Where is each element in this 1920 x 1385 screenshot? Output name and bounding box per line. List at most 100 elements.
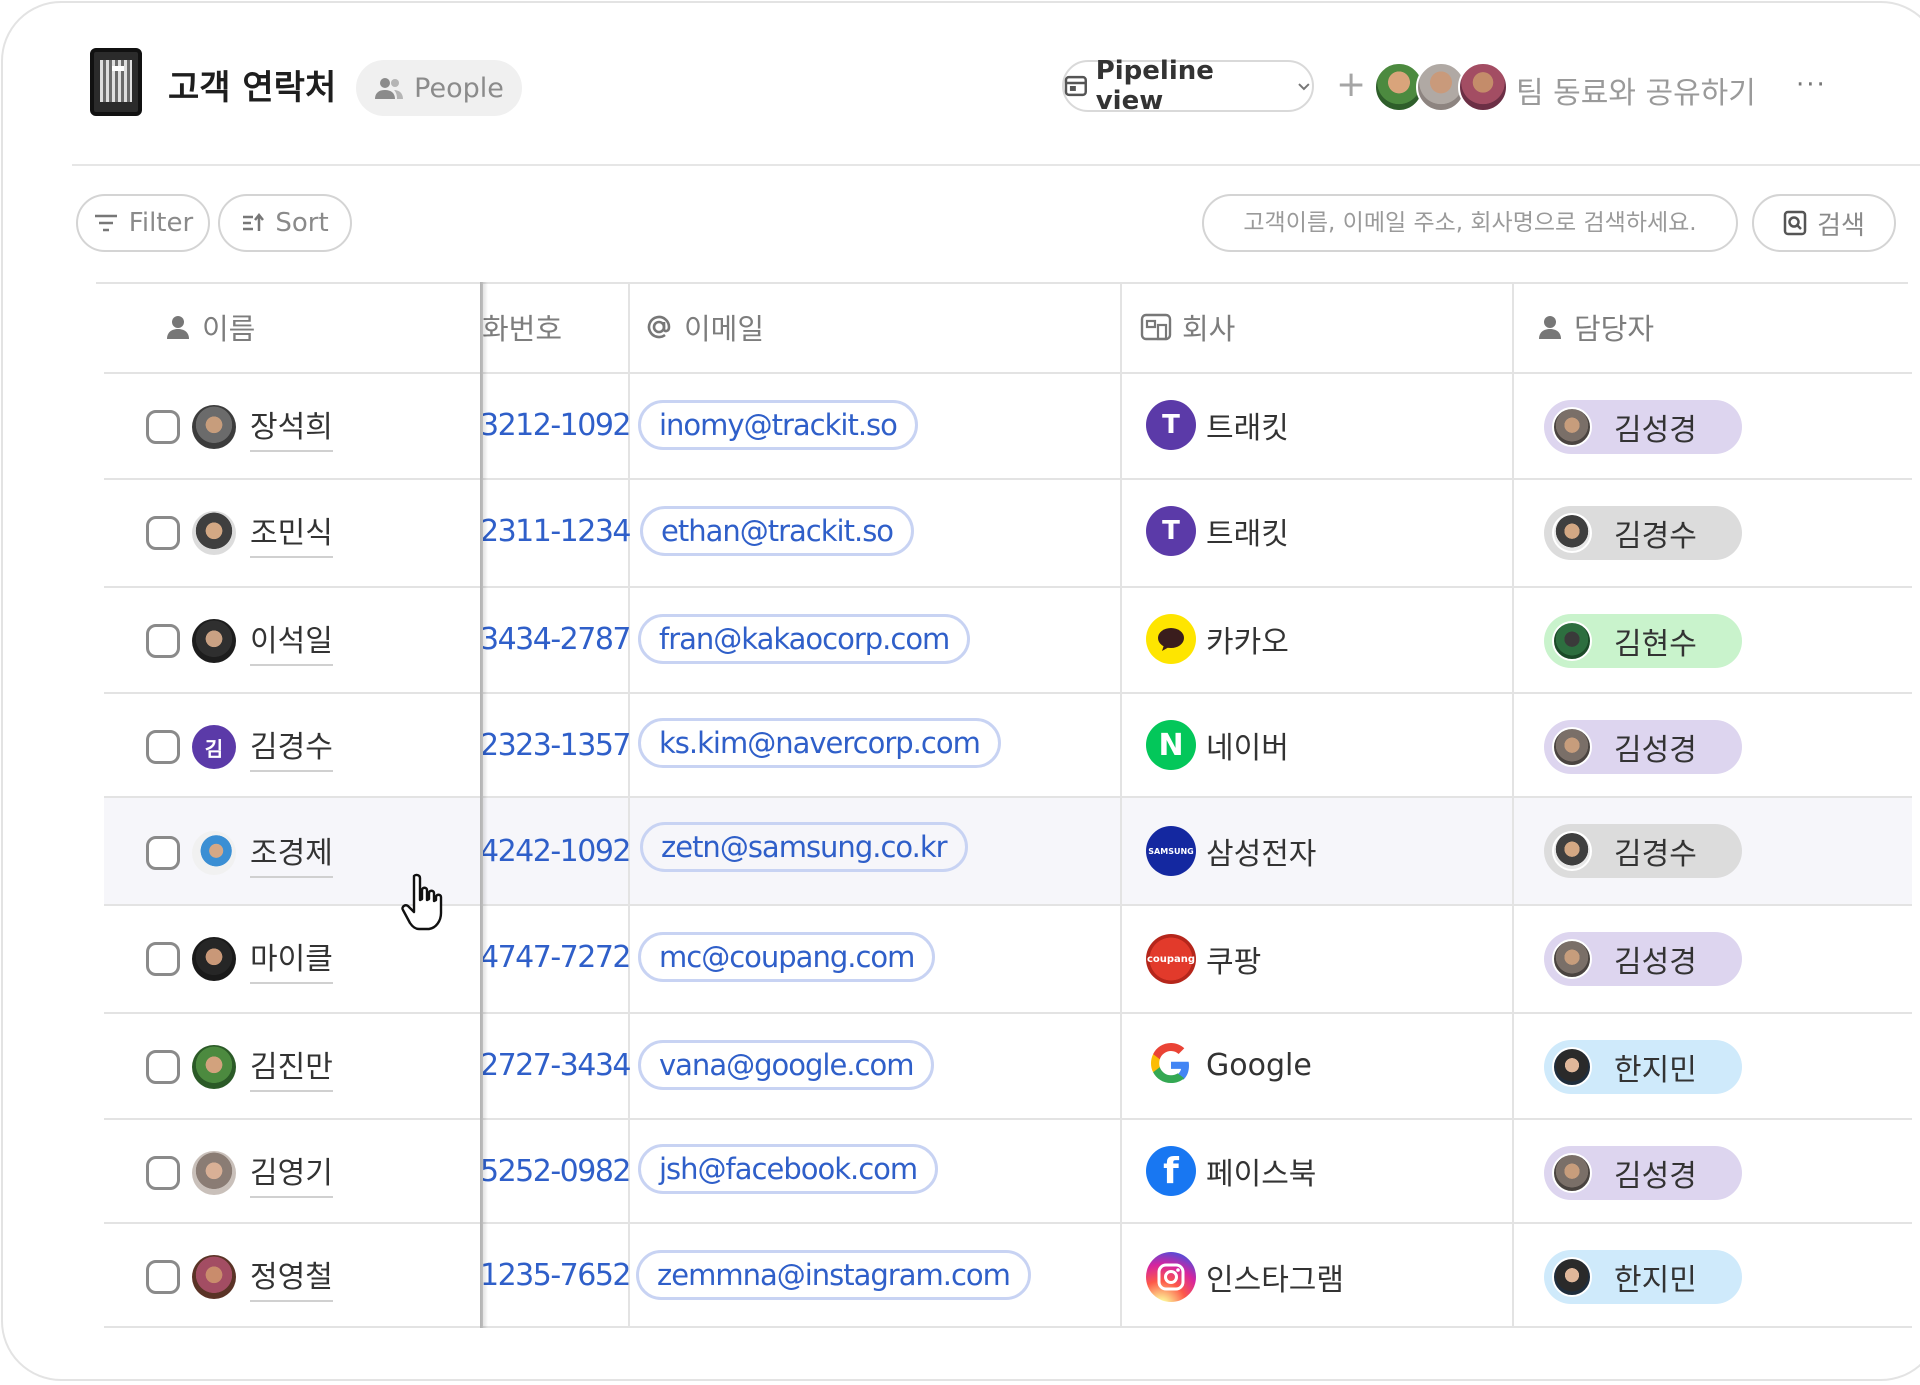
company-name: 삼성전자 [1206,837,1317,872]
company-cell[interactable]: f 페이스북 [1146,1146,1316,1196]
company-cell[interactable]: 카카오 [1146,614,1289,664]
hand-pointer-cursor-icon [401,873,443,931]
contact-name[interactable]: 조민식 [250,508,333,558]
table-row-name-cell[interactable]: 조경제 [146,828,333,878]
search-button-label: 검색 [1817,210,1865,241]
add-member-plus-icon[interactable]: + [1336,64,1366,105]
table-row-name-cell[interactable]: 정영철 [146,1252,333,1302]
phone-value[interactable]: 1235-7652 [480,1258,632,1293]
row-checkbox[interactable] [146,624,180,658]
phone-value[interactable]: 4242-1092 [480,834,632,869]
row-checkbox[interactable] [146,1156,180,1190]
company-cell[interactable]: T 트래킷 [1146,400,1289,450]
row-checkbox[interactable] [146,516,180,550]
email-chip[interactable]: ks.kim@navercorp.com [638,718,1001,768]
phone-value[interactable]: 2727-3434 [480,1048,632,1083]
company-name: 인스타그램 [1206,1263,1344,1298]
email-chip[interactable]: fran@kakaocorp.com [638,614,971,664]
row-checkbox[interactable] [146,1260,180,1294]
filter-icon [94,214,117,232]
filter-button[interactable]: Filter [76,194,210,252]
share-with-team-link[interactable]: 팀 동료와 공유하기 [1516,68,1756,112]
email-chip[interactable]: zemmna@instagram.com [636,1250,1031,1300]
email-chip[interactable]: vana@google.com [638,1040,935,1090]
more-options-icon[interactable]: ··· [1796,70,1827,100]
company-cell[interactable]: 인스타그램 [1146,1252,1344,1302]
table-row-name-cell[interactable]: 김 김경수 [146,722,333,772]
email-chip[interactable]: jsh@facebook.com [638,1144,939,1194]
search-button[interactable]: 검색 [1752,194,1896,252]
column-header-email[interactable]: 이메일 [644,306,764,348]
phone-value[interactable]: 5252-0982 [480,1154,632,1189]
contact-name[interactable]: 김진만 [250,1042,333,1092]
column-header-name[interactable]: 이름 [164,306,255,348]
owner-chip[interactable]: 한지민 [1544,1040,1742,1094]
team-avatars[interactable] [1374,62,1508,114]
phone-value[interactable]: 3434-2787 [480,622,632,657]
column-header-phone[interactable]: 화번호 [482,306,562,348]
owner-name: 김경수 [1614,837,1697,872]
table-row-name-cell[interactable]: 마이클 [146,934,333,984]
table-row-name-cell[interactable]: 이석일 [146,616,333,666]
sort-icon [243,213,265,231]
instagram-logo-icon [1146,1252,1196,1302]
people-chip-label: People [414,72,504,104]
chevron-down-icon [1298,83,1310,91]
view-switcher-label: Pipeline view [1095,56,1214,116]
email-chip[interactable]: mc@coupang.com [638,932,936,982]
owner-avatar [1552,513,1592,553]
company-cell[interactable]: SAMSUNG 삼성전자 [1146,826,1316,876]
owner-chip[interactable]: 김현수 [1544,614,1742,668]
contact-name[interactable]: 정영철 [250,1252,333,1302]
avatar: 김 [192,725,236,769]
row-checkbox[interactable] [146,730,180,764]
column-header-company[interactable]: 회사 [1140,306,1235,348]
contact-name[interactable]: 이석일 [250,616,333,666]
table-row-name-cell[interactable]: 김영기 [146,1148,333,1198]
company-cell[interactable]: coupang 쿠팡 [1146,934,1261,984]
row-checkbox[interactable] [146,836,180,870]
contact-name[interactable]: 장석희 [250,402,333,452]
person-icon [167,316,189,339]
owner-chip[interactable]: 김성경 [1544,400,1742,454]
owner-name: 한지민 [1614,1053,1697,1088]
company-cell[interactable]: N 네이버 [1146,720,1289,770]
owner-chip[interactable]: 김성경 [1544,720,1742,774]
view-switcher-button[interactable]: Pipeline view [1062,56,1314,116]
phone-value[interactable]: 2311-1234 [480,514,632,549]
table-row-name-cell[interactable]: 장석희 [146,402,333,452]
sort-label: Sort [275,208,329,238]
email-chip[interactable]: inomy@trackit.so [638,400,918,450]
contact-name[interactable]: 마이클 [250,934,333,984]
owner-avatar [1552,831,1592,871]
column-header-email-label: 이메일 [684,312,765,346]
owner-chip[interactable]: 김성경 [1544,1146,1742,1200]
row-checkbox[interactable] [146,942,180,976]
contact-name[interactable]: 김영기 [250,1148,333,1198]
owner-avatar [1552,1257,1592,1297]
phone-value[interactable]: 3212-1092 [480,408,632,443]
table-row-name-cell[interactable]: 김진만 [146,1042,333,1092]
owner-chip[interactable]: 한지민 [1544,1250,1742,1304]
owner-chip[interactable]: 김경수 [1544,506,1742,560]
contact-name[interactable]: 김경수 [250,722,333,772]
owner-chip[interactable]: 김성경 [1544,932,1742,986]
table-row-name-cell[interactable]: 조민식 [146,508,333,558]
company-cell[interactable]: T 트래킷 [1146,506,1289,556]
email-chip[interactable]: zetn@samsung.co.kr [640,822,968,872]
email-chip[interactable]: ethan@trackit.so [640,506,915,556]
table-top-border [96,282,1908,284]
phone-value[interactable]: 4747-7272 [480,940,632,975]
company-cell[interactable]: Google [1146,1040,1312,1090]
sort-button[interactable]: Sort [218,194,352,252]
column-header-owner[interactable]: 담당자 [1536,306,1654,348]
search-input[interactable] [1202,194,1738,252]
owner-chip[interactable]: 김경수 [1544,824,1742,878]
contact-name[interactable]: 조경제 [250,828,333,878]
avatar [192,1151,236,1195]
phone-value[interactable]: 2323-1357 [480,728,632,763]
google-logo-icon [1146,1040,1196,1090]
row-checkbox[interactable] [146,410,180,444]
row-checkbox[interactable] [146,1050,180,1084]
people-chip[interactable]: People [356,60,522,116]
